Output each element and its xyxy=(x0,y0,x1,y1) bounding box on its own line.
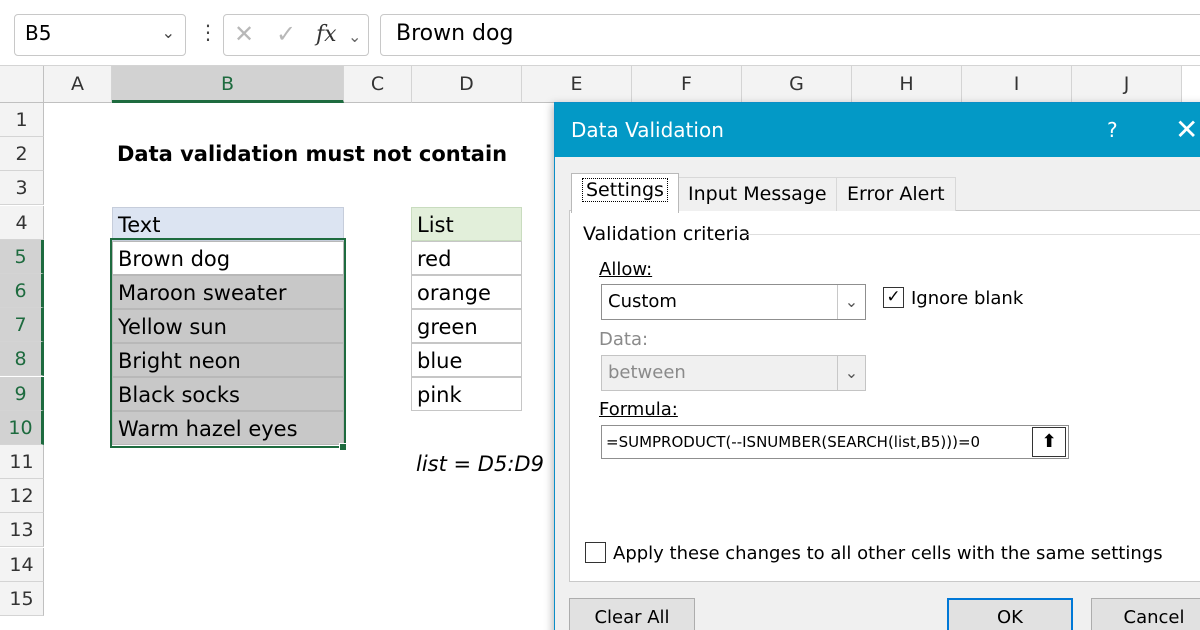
row-header-12[interactable]: 12 xyxy=(0,479,44,514)
row-header-1[interactable]: 1 xyxy=(0,103,44,137)
list-table-cell[interactable]: pink xyxy=(411,377,522,411)
ignore-blank-checkbox[interactable]: ✓ xyxy=(883,287,904,308)
ok-button[interactable]: OK xyxy=(947,598,1073,630)
column-header-i[interactable]: I xyxy=(962,66,1072,103)
group-divider xyxy=(747,234,1200,235)
column-header-j[interactable]: J xyxy=(1072,66,1182,103)
name-box[interactable]: B5 ⌄ xyxy=(14,14,186,56)
text-table-cell[interactable]: Bright neon xyxy=(112,343,344,377)
list-table-header[interactable]: List xyxy=(411,207,522,241)
cancel-button[interactable]: Cancel xyxy=(1091,598,1200,630)
allow-select[interactable]: Custom ⌄ xyxy=(601,284,866,320)
settings-panel xyxy=(569,210,1200,582)
formula-input[interactable]: Brown dog xyxy=(380,14,1200,56)
close-icon[interactable]: ✕ xyxy=(1175,103,1198,157)
row-header-2[interactable]: 2 xyxy=(0,137,44,172)
text-table-cell[interactable]: Black socks xyxy=(112,377,344,411)
column-header-d[interactable]: D xyxy=(412,66,522,103)
list-table-cell[interactable]: green xyxy=(411,309,522,343)
tab-label: Settings xyxy=(582,178,668,202)
ignore-blank-label: Ignore blank xyxy=(911,288,1024,309)
name-box-value: B5 xyxy=(25,21,52,45)
list-table-cell[interactable]: orange xyxy=(411,275,522,309)
data-select[interactable]: between ⌄ xyxy=(601,355,866,391)
column-header-h[interactable]: H xyxy=(852,66,962,103)
formula-label: Formula: xyxy=(599,399,678,420)
row-header-15[interactable]: 15 xyxy=(0,581,44,616)
fill-handle[interactable] xyxy=(339,443,347,451)
text-table-cell[interactable]: Warm hazel eyes xyxy=(112,411,344,445)
list-table-cell[interactable]: red xyxy=(411,241,522,275)
vertical-dots-icon[interactable]: ⋮ xyxy=(198,20,218,44)
column-header-e[interactable]: E xyxy=(522,66,632,103)
apply-all-label: Apply these changes to all other cells w… xyxy=(613,543,1163,564)
row-header-14[interactable]: 14 xyxy=(0,547,44,582)
insert-function-icon[interactable]: fx xyxy=(316,22,337,47)
row-header-8[interactable]: 8 xyxy=(0,342,44,377)
column-header-c[interactable]: C xyxy=(344,66,412,103)
data-validation-dialog: Data Validation ? ✕ Settings Input Messa… xyxy=(554,102,1200,630)
column-header-b[interactable]: B xyxy=(112,66,344,103)
tab-input-message[interactable]: Input Message xyxy=(677,177,838,211)
allow-label: Allow: xyxy=(599,259,653,280)
tab-error-alert[interactable]: Error Alert xyxy=(836,177,956,211)
chevron-down-icon[interactable]: ⌄ xyxy=(162,23,175,42)
apply-all-checkbox[interactable] xyxy=(585,542,606,563)
text-table-cell[interactable]: Brown dog xyxy=(112,241,344,275)
sheet-title: Data validation must not contain xyxy=(117,142,508,166)
row-header-13[interactable]: 13 xyxy=(0,513,44,548)
enter-icon[interactable]: ✓ xyxy=(276,20,296,48)
row-header-6[interactable]: 6 xyxy=(0,274,44,308)
collapse-dialog-icon[interactable]: ⬆ xyxy=(1032,427,1066,457)
clear-all-button[interactable]: Clear All xyxy=(569,598,695,630)
row-header-7[interactable]: 7 xyxy=(0,308,44,343)
data-label: Data: xyxy=(599,329,649,350)
text-table-cell[interactable]: Maroon sweater xyxy=(112,275,344,309)
row-header-9[interactable]: 9 xyxy=(0,376,44,411)
group-label: Validation criteria xyxy=(583,223,751,245)
column-header-a[interactable]: A xyxy=(44,66,112,103)
formula-field[interactable]: =SUMPRODUCT(--ISNUMBER(SEARCH(list,B5)))… xyxy=(601,425,1069,459)
text-table-header[interactable]: Text xyxy=(112,207,344,241)
cancel-icon[interactable]: ✕ xyxy=(234,20,254,48)
named-range-note: list = D5:D9 xyxy=(416,452,544,476)
list-table-cell[interactable]: blue xyxy=(411,343,522,377)
row-header-10[interactable]: 10 xyxy=(0,410,44,445)
row-header-11[interactable]: 11 xyxy=(0,445,44,479)
formula-bar: B5 ⌄ ⋮ ✕ ✓ fx ⌄ Brown dog xyxy=(0,0,1200,66)
chevron-down-icon[interactable]: ⌄ xyxy=(837,356,865,390)
text-table-cell[interactable]: Yellow sun xyxy=(112,309,344,343)
row-header-4[interactable]: 4 xyxy=(0,205,44,240)
chevron-down-icon[interactable]: ⌄ xyxy=(348,27,361,46)
data-select-value: between xyxy=(608,362,686,383)
formula-buttons: ✕ ✓ fx ⌄ xyxy=(223,14,369,56)
chevron-down-icon[interactable]: ⌄ xyxy=(837,285,865,319)
column-header-f[interactable]: F xyxy=(632,66,742,103)
column-header-g[interactable]: G xyxy=(742,66,852,103)
dialog-title: Data Validation xyxy=(555,103,1200,157)
select-all-corner[interactable] xyxy=(0,66,44,103)
tab-settings[interactable]: Settings xyxy=(571,173,679,213)
row-header-3[interactable]: 3 xyxy=(0,171,44,206)
row-header-5[interactable]: 5 xyxy=(0,239,44,274)
help-icon[interactable]: ? xyxy=(1107,103,1127,157)
allow-select-value: Custom xyxy=(608,291,677,312)
